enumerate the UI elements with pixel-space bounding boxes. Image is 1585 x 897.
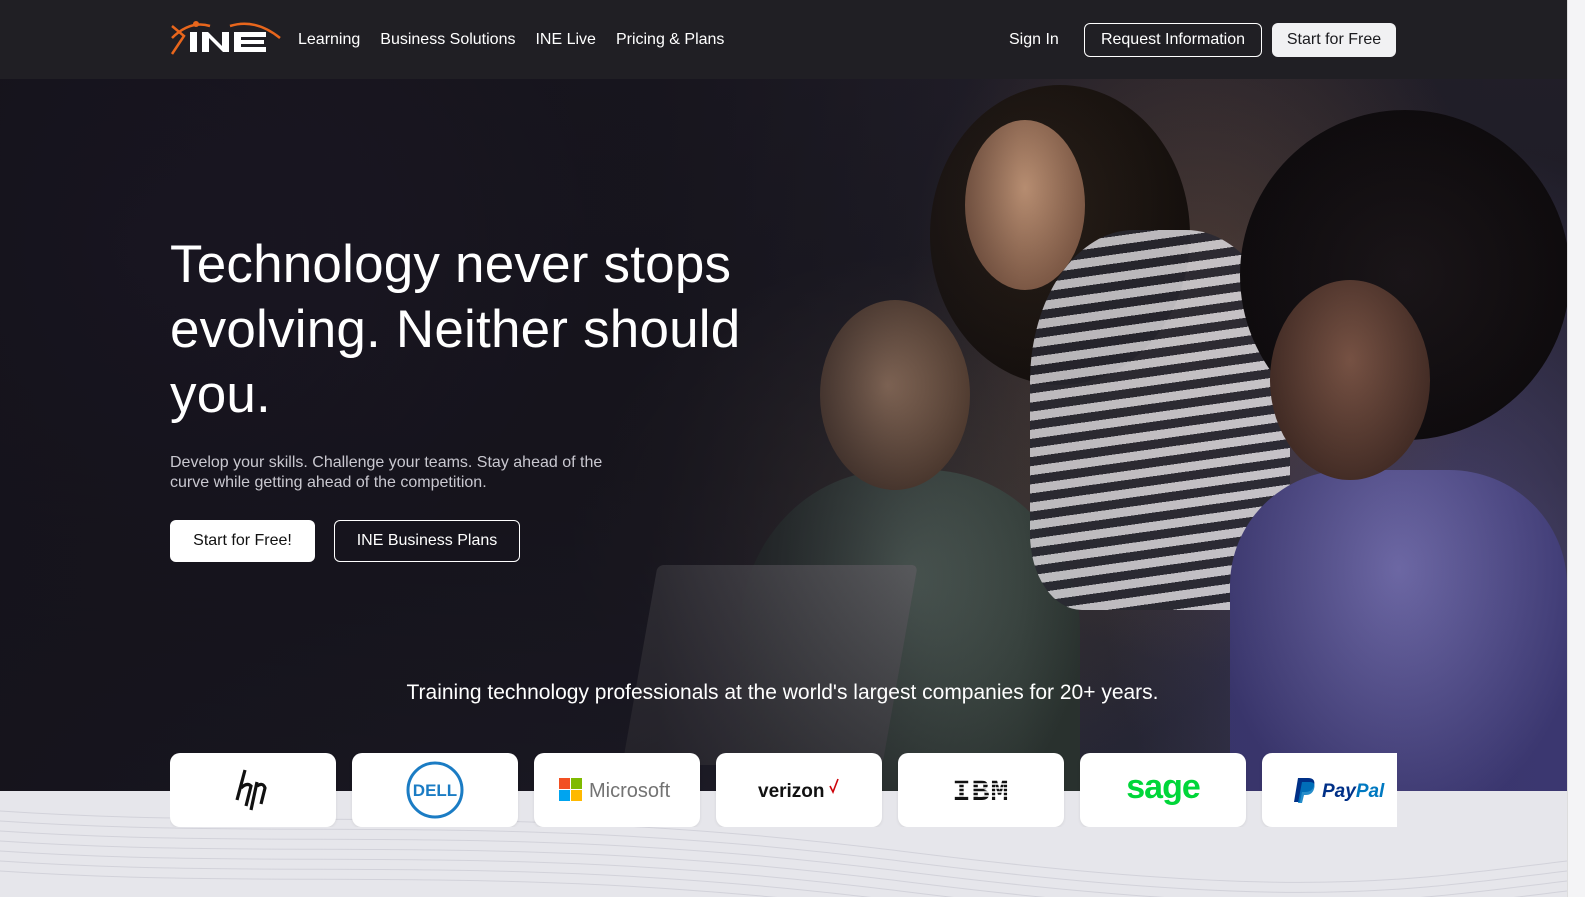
nav-links: Learning Business Solutions INE Live Pri… <box>298 30 744 50</box>
nav-ine-live[interactable]: INE Live <box>535 30 595 50</box>
ine-logo[interactable] <box>170 18 282 58</box>
hp-logo <box>235 769 267 811</box>
microsoft-logo-card: Microsoft <box>534 753 700 827</box>
verizon-logo: verizon <box>758 778 839 802</box>
page-scrollbar[interactable] <box>1567 0 1585 897</box>
svg-text:PayPal: PayPal <box>1322 781 1385 802</box>
svg-text:sage: sage <box>1126 772 1200 806</box>
nav-learning[interactable]: Learning <box>298 30 360 50</box>
svg-text:DELL: DELL <box>413 781 457 800</box>
ibm-logo-card: IBM <box>898 753 1064 827</box>
sage-logo-card: sage <box>1080 753 1246 827</box>
sign-in-link[interactable]: Sign In <box>1009 30 1059 50</box>
start-for-free-button[interactable]: Start for Free! <box>170 520 315 562</box>
hero-subtitle: Develop your skills. Challenge your team… <box>170 454 603 491</box>
paypal-logo: PayPal <box>1294 778 1385 803</box>
svg-text:verizon: verizon <box>758 781 825 802</box>
ine-business-plans-button[interactable]: INE Business Plans <box>334 520 520 562</box>
paypal-logo-card: PayPal <box>1262 753 1397 827</box>
sage-logo: sage <box>1126 772 1201 806</box>
hp-logo-card: hp <box>170 753 336 827</box>
ibm-logo: IBM <box>946 776 1016 806</box>
top-navigation: Learning Business Solutions INE Live Pri… <box>0 0 1567 79</box>
hero-headline: Technology never stops evolving. Neither… <box>170 235 741 424</box>
dell-logo: DELL <box>406 761 464 819</box>
nav-business-solutions[interactable]: Business Solutions <box>380 30 515 50</box>
dell-logo-card: DELL <box>352 753 518 827</box>
start-for-free-nav-button[interactable]: Start for Free <box>1272 23 1396 57</box>
verizon-logo-card: verizon <box>716 753 882 827</box>
svg-text:Microsoft: Microsoft <box>589 780 671 802</box>
nav-pricing-plans[interactable]: Pricing & Plans <box>616 30 725 50</box>
microsoft-logo: Microsoft <box>559 778 671 802</box>
customers-tagline: Training technology professionals at the… <box>406 681 1159 704</box>
request-information-button[interactable]: Request Information <box>1084 23 1262 57</box>
customer-logos-row: hp DELL Microsoft verizon IBM <box>170 753 1397 827</box>
